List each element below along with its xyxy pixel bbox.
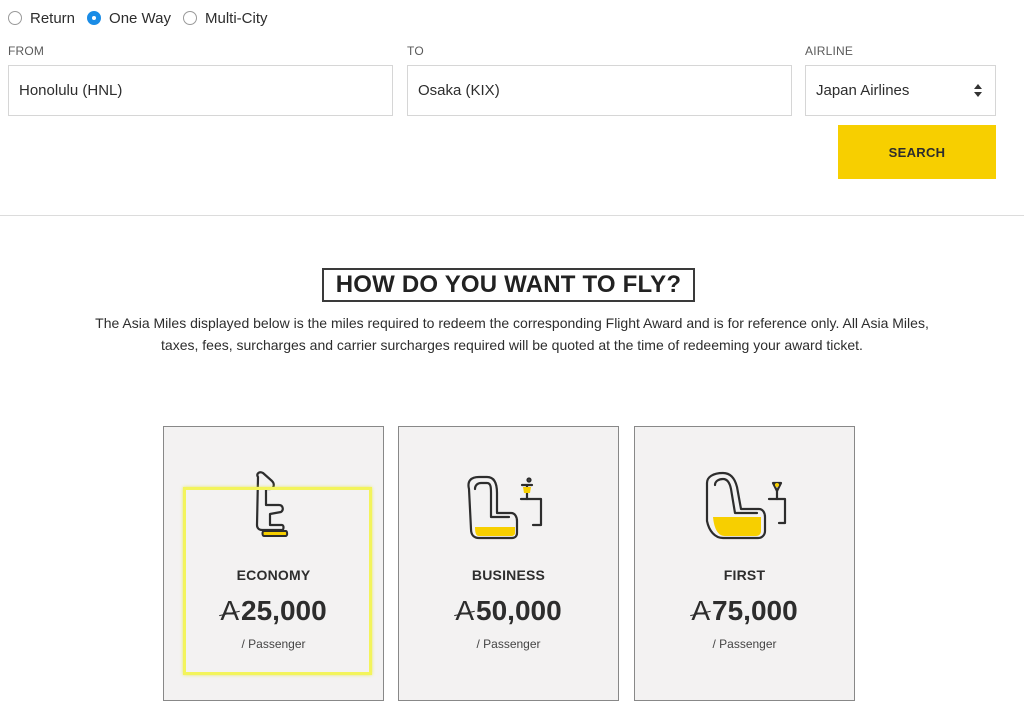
trip-type-return-label: Return xyxy=(30,9,76,27)
select-arrows-icon xyxy=(974,84,983,98)
cabin-card-economy[interactable]: ECONOMY A25,000 / Passenger xyxy=(163,426,384,701)
airline-label: AIRLINE xyxy=(805,44,854,58)
trip-type-one-way-label: One Way xyxy=(109,9,171,27)
from-value: Honolulu (HNL) xyxy=(19,82,123,99)
miles-amount: 25,000 xyxy=(241,595,327,626)
airline-select[interactable]: Japan Airlines xyxy=(805,65,996,116)
miles-value: A50,000 xyxy=(399,595,618,627)
to-label: TO xyxy=(407,44,424,58)
trip-type-return[interactable]: Return xyxy=(8,10,75,27)
search-button[interactable]: SEARCH xyxy=(838,125,996,179)
section-divider xyxy=(0,215,1024,216)
from-label: FROM xyxy=(8,44,45,58)
first-seat-icon xyxy=(705,471,786,540)
trip-type-group: Return One Way Multi-City xyxy=(8,8,280,28)
cabin-name: FIRST xyxy=(723,567,766,583)
miles-value: A25,000 xyxy=(164,595,383,627)
miles-amount: 50,000 xyxy=(476,595,562,626)
from-field[interactable]: Honolulu (HNL) xyxy=(8,65,393,116)
cabin-card-business[interactable]: BUSINESS A50,000 / Passenger xyxy=(398,426,619,701)
economy-seat-icon xyxy=(255,471,288,537)
cabin-name: ECONOMY xyxy=(236,567,311,583)
radio-multi-city[interactable] xyxy=(183,11,197,25)
to-value: Osaka (KIX) xyxy=(418,82,500,99)
miles-value: A75,000 xyxy=(635,595,854,627)
trip-type-multi-city-label: Multi-City xyxy=(205,9,268,27)
per-passenger-label: / Passenger xyxy=(241,637,306,651)
cabin-card-first[interactable]: FIRST A75,000 / Passenger xyxy=(634,426,855,701)
cabin-name: BUSINESS xyxy=(471,567,546,583)
per-passenger-label: / Passenger xyxy=(712,637,777,651)
page-heading: HOW DO YOU WANT TO FLY? xyxy=(322,268,695,302)
intro-text: The Asia Miles displayed below is the mi… xyxy=(95,315,929,353)
radio-return[interactable] xyxy=(8,11,22,25)
to-field[interactable]: Osaka (KIX) xyxy=(407,65,792,116)
airline-value: Japan Airlines xyxy=(816,82,910,99)
business-seat-icon xyxy=(466,475,542,540)
asia-miles-currency-icon: A xyxy=(220,595,240,626)
miles-amount: 75,000 xyxy=(712,595,798,626)
asia-miles-currency-icon: A xyxy=(691,595,711,626)
radio-one-way[interactable] xyxy=(87,11,102,25)
per-passenger-label: / Passenger xyxy=(476,637,541,651)
trip-type-one-way[interactable]: One Way xyxy=(87,10,171,27)
trip-type-multi-city[interactable]: Multi-City xyxy=(183,10,268,27)
asia-miles-currency-icon: A xyxy=(455,595,475,626)
